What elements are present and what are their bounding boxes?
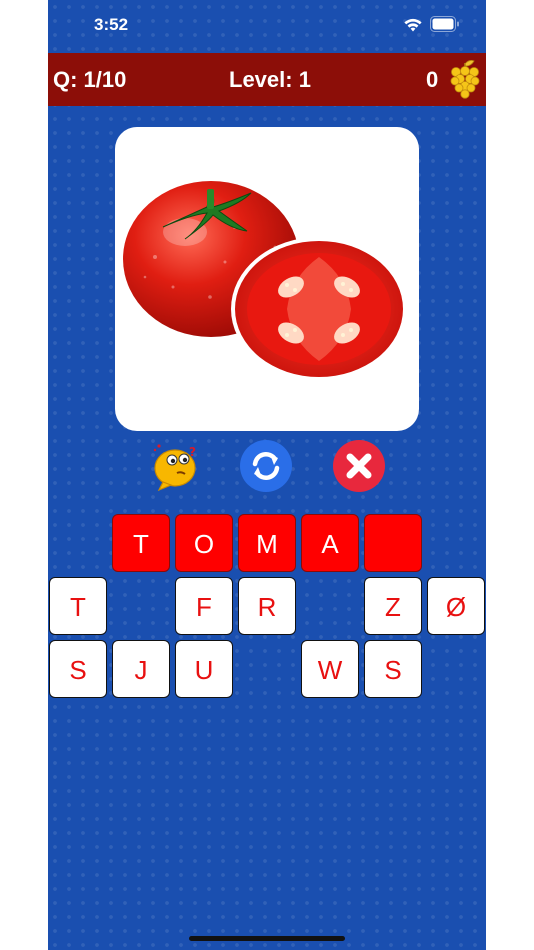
grapes-icon[interactable] xyxy=(450,58,480,102)
tomato-image xyxy=(123,181,407,381)
wifi-icon xyxy=(404,18,422,32)
refresh-button[interactable] xyxy=(240,440,292,492)
remove-letters-button[interactable] xyxy=(333,440,385,492)
svg-text:?: ? xyxy=(189,445,196,459)
answer-slot[interactable] xyxy=(364,514,422,572)
answer-slot[interactable]: O xyxy=(175,514,233,572)
picture-card xyxy=(115,127,419,431)
letter-tile[interactable]: Ø xyxy=(427,577,485,635)
battery-icon xyxy=(430,16,459,32)
status-bar: 3:52 xyxy=(48,0,486,52)
answer-slot[interactable]: A xyxy=(301,514,359,572)
refresh-icon xyxy=(252,451,280,481)
letter-tile[interactable]: U xyxy=(175,640,233,698)
level-label: Level: 1 xyxy=(229,67,311,92)
letter-tile[interactable]: J xyxy=(112,640,170,698)
letter-tile[interactable]: S xyxy=(364,640,422,698)
letter-tile[interactable]: T xyxy=(49,577,107,635)
game-screen: 3:52 Q: 1/10 Level: 1 0 ? T O M A T F R … xyxy=(48,0,486,950)
home-indicator xyxy=(189,936,345,941)
hint-button[interactable]: ? xyxy=(151,440,201,492)
game-header: Q: 1/10 Level: 1 0 xyxy=(48,53,486,106)
letter-tile[interactable]: S xyxy=(49,640,107,698)
answer-slot[interactable]: M xyxy=(238,514,296,572)
question-counter: Q: 1/10 xyxy=(53,67,127,92)
letter-tile[interactable]: R xyxy=(238,577,296,635)
close-icon xyxy=(346,453,372,479)
status-time: 3:52 xyxy=(94,15,129,34)
letter-tile[interactable]: Z xyxy=(364,577,422,635)
coins-count: 0 xyxy=(426,67,439,92)
answer-slot[interactable]: T xyxy=(112,514,170,572)
thinking-emoji-icon: ? xyxy=(153,444,196,492)
letter-tile[interactable]: F xyxy=(175,577,233,635)
letter-tile[interactable]: W xyxy=(301,640,359,698)
